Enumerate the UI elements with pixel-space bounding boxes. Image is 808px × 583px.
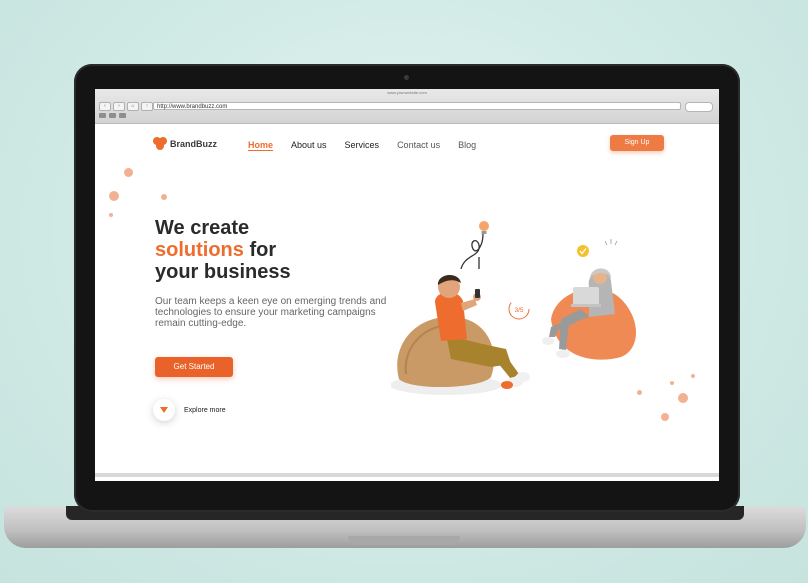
share-icon[interactable]: ↑	[141, 102, 153, 111]
bookmarks-icon[interactable]	[109, 113, 116, 118]
menu-icon[interactable]	[119, 113, 126, 118]
brand-logo[interactable]: BrandBuzz	[153, 137, 217, 150]
nav-services[interactable]: Services	[345, 140, 380, 150]
bulb-icon	[479, 221, 489, 231]
nav-home[interactable]: Home	[248, 140, 273, 150]
main-nav: Home About us Services Contact us Blog	[248, 140, 476, 150]
window-title: www.yourwebsite.com	[387, 90, 427, 95]
decor-dot	[661, 413, 669, 421]
hero-headline: We create solutions for your business	[155, 217, 291, 283]
brand-name: BrandBuzz	[170, 138, 217, 149]
headline-line-3: your business	[155, 261, 291, 283]
browser-search-field[interactable]	[685, 102, 713, 112]
explore-arrow-icon[interactable]	[153, 399, 175, 421]
nav-contact[interactable]: Contact us	[397, 140, 440, 150]
headline-line-2: solutions for	[155, 239, 291, 261]
get-started-button[interactable]: Get Started	[155, 357, 233, 377]
explore-more-link[interactable]: Explore more	[184, 407, 226, 414]
decor-dot	[109, 191, 119, 201]
home-icon[interactable]: ⌂	[127, 102, 139, 111]
nav-about[interactable]: About us	[291, 140, 327, 150]
laptop-illustration	[573, 287, 599, 305]
webcam-icon	[404, 75, 409, 80]
decor-dot	[124, 168, 133, 177]
phone	[475, 289, 480, 298]
signup-button[interactable]: Sign Up	[610, 135, 664, 151]
decor-dot	[161, 194, 167, 200]
bookmarks-bar	[99, 113, 126, 118]
decor-dot	[109, 213, 113, 217]
sparkle-icon	[604, 239, 618, 246]
laptop-screen: www.yourwebsite.com ‹ › ⌂ ↑ http://www.b…	[95, 89, 719, 481]
nav-blog[interactable]: Blog	[458, 140, 476, 150]
check-icon	[577, 245, 589, 257]
forward-icon[interactable]: ›	[113, 102, 125, 111]
hero-illustration: 3/5	[391, 221, 636, 395]
browser-nav-buttons: ‹ › ⌂ ↑	[99, 102, 153, 111]
page-scrollbar[interactable]	[95, 473, 719, 477]
headline-line-2-rest: for	[243, 239, 277, 261]
browser-chrome: www.yourwebsite.com ‹ › ⌂ ↑ http://www.b…	[95, 89, 719, 124]
hero-subtitle: Our team keeps a keen eye on emerging tr…	[155, 296, 387, 329]
laptop-notch	[348, 536, 460, 545]
logo-icon	[153, 137, 167, 150]
reader-icon[interactable]	[99, 113, 106, 118]
progress-label: 3/5	[514, 307, 523, 314]
web-page: BrandBuzz Home About us Services Contact…	[95, 124, 719, 481]
headline-accent: solutions	[155, 239, 244, 261]
back-icon[interactable]: ‹	[99, 102, 111, 111]
headline-line-1: We create	[155, 217, 250, 239]
address-bar[interactable]: http://www.brandbuzz.com	[153, 102, 681, 110]
